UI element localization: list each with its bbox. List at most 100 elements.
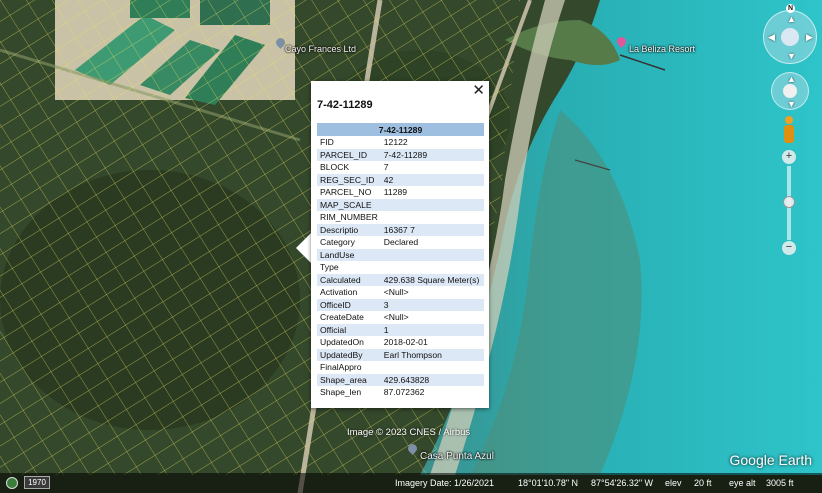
table-row: Category Declared xyxy=(317,236,484,249)
history-year-button[interactable]: 1970 xyxy=(24,476,50,489)
attribute-value: Declared xyxy=(383,237,419,248)
look-down-arrow-icon[interactable]: ▼ xyxy=(787,51,796,61)
attribute-value: 7 xyxy=(383,162,389,173)
table-row: Shape_area 429.643828 xyxy=(317,373,484,386)
table-row: CreateDate <Null> xyxy=(317,311,484,324)
map-label-resort[interactable]: La Beliza Resort xyxy=(629,44,695,54)
attribute-value: 2018-02-01 xyxy=(383,337,428,348)
close-icon[interactable]: ✕ xyxy=(472,83,485,99)
attribute-table: 7-42-11289 FID 12122 PARCEL_ID 7-42-11289 BL… xyxy=(317,123,484,399)
table-row: RIM_NUMBER xyxy=(317,211,484,224)
balloon-title: 7-42-11289 xyxy=(317,99,373,111)
imagery-credit: Image © 2023 CNES / Airbus xyxy=(347,427,471,438)
attribute-value xyxy=(381,361,484,374)
attribute-value xyxy=(381,261,484,274)
attribute-value xyxy=(380,198,484,211)
longitude: 87°54'26.32" W xyxy=(591,478,654,488)
attribute-value xyxy=(380,248,484,261)
attribute-value xyxy=(381,211,484,224)
historical-imagery-icon[interactable] xyxy=(6,477,18,489)
table-row: FID 12122 xyxy=(317,136,484,149)
attribute-value: 12122 xyxy=(383,137,408,148)
google-earth-logo: Google Earth xyxy=(729,452,813,468)
attribute-value: 16367 7 xyxy=(380,223,484,236)
table-row: Shape_len 87.072362 xyxy=(317,386,484,399)
attribute-value: 87.072362 xyxy=(383,387,425,398)
latitude: 18°01'10.78" N xyxy=(518,478,579,488)
table-row: Activation <Null> xyxy=(317,286,484,299)
table-row: OfficeID 3 xyxy=(317,298,484,311)
attribute-key: RIM_NUMBER xyxy=(320,212,378,223)
zoom-in-button[interactable]: + xyxy=(782,150,796,164)
attribute-key: PARCEL_NO xyxy=(320,187,372,198)
attribute-value: 3 xyxy=(380,298,484,311)
look-left-arrow-icon[interactable]: ◀ xyxy=(768,32,775,43)
attribute-key: CreateDate xyxy=(320,312,364,323)
table-row: Type xyxy=(317,261,484,274)
attribute-key: Activation xyxy=(320,287,358,298)
eye-altitude: 3005 ft xyxy=(766,478,794,488)
hand-icon[interactable] xyxy=(783,84,797,98)
look-up-arrow-icon[interactable]: ▲ xyxy=(787,14,796,24)
table-row: LandUse xyxy=(317,248,484,261)
elevation-label: elev xyxy=(665,478,682,488)
map-label-casa[interactable]: Casa Punta Azul xyxy=(420,451,494,462)
attribute-value: 1 xyxy=(380,323,484,336)
attribute-key: FinalAppro xyxy=(320,362,362,373)
table-row: UpdatedOn 2018-02-01 xyxy=(317,336,484,349)
attribute-key: Official xyxy=(317,323,381,336)
attribute-key: Descriptio xyxy=(317,223,381,236)
balloon-pointer xyxy=(296,232,312,264)
info-balloon: 7-42-11289 ✕ 7-42-11289 FID 12122 PARCEL_I… xyxy=(311,81,489,408)
look-right-arrow-icon[interactable]: ▶ xyxy=(806,32,813,43)
attribute-key: Shape_len xyxy=(320,387,362,398)
zoom-thumb[interactable] xyxy=(783,196,795,208)
table-header: 7-42-11289 xyxy=(317,123,484,136)
table-row: Calculated 429.638 Square Meter(s) xyxy=(317,273,484,286)
attribute-value: 429.643828 xyxy=(380,373,484,386)
attribute-key: MAP_SCALE xyxy=(317,198,381,211)
attribute-key: Shape_area xyxy=(317,373,381,386)
table-row: REG_SEC_ID 42 xyxy=(317,173,484,186)
move-down-arrow-icon[interactable]: ▼ xyxy=(787,99,796,109)
attribute-value: 11289 xyxy=(383,187,408,198)
attribute-key: BLOCK xyxy=(320,162,350,173)
attribute-key: LandUse xyxy=(317,248,381,261)
imagery-date: Imagery Date: 1/26/2021 xyxy=(395,478,495,488)
attribute-key: UpdatedOn xyxy=(320,337,364,348)
table-row: PARCEL_NO 11289 xyxy=(317,186,484,199)
eye-alt-label: eye alt xyxy=(729,478,756,488)
zoom-out-button[interactable]: − xyxy=(782,241,796,255)
table-row: MAP_SCALE xyxy=(317,198,484,211)
move-up-arrow-icon[interactable]: ▲ xyxy=(787,74,796,84)
eye-icon[interactable] xyxy=(781,28,799,46)
attribute-value: <Null> xyxy=(383,287,409,298)
move-control[interactable]: ▲ ▼ xyxy=(771,72,809,110)
status-bar: 1970 Imagery Date: 1/26/2021 18°01'10.78… xyxy=(0,473,822,493)
zoom-slider[interactable]: + − xyxy=(782,150,796,256)
look-control[interactable]: ▲ ▼ ◀ ▶ xyxy=(763,10,817,64)
attribute-value: 429.638 Square Meter(s) xyxy=(380,273,484,286)
attribute-key: FID xyxy=(320,137,334,148)
attribute-key: Type xyxy=(320,262,339,273)
attribute-key: REG_SEC_ID xyxy=(317,173,381,186)
table-row: PARCEL_ID 7-42-11289 xyxy=(317,148,484,161)
attribute-value: 42 xyxy=(380,173,484,186)
north-indicator[interactable]: N xyxy=(786,4,795,13)
attribute-value: <Null> xyxy=(383,312,409,323)
attribute-value: 7-42-11289 xyxy=(380,148,484,161)
street-view-pegman-icon[interactable] xyxy=(783,116,795,144)
table-row: BLOCK 7 xyxy=(317,161,484,174)
elevation: 20 ft xyxy=(694,478,712,488)
attribute-key: Calculated xyxy=(317,273,381,286)
map-label-cayo[interactable]: Cayo Frances Ltd xyxy=(285,44,356,54)
attribute-key: Category xyxy=(320,237,355,248)
table-row: UpdatedBy Earl Thompson xyxy=(317,348,484,361)
attribute-key: PARCEL_ID xyxy=(317,148,381,161)
attribute-key: OfficeID xyxy=(317,298,381,311)
table-row: Official 1 xyxy=(317,323,484,336)
table-row: FinalAppro xyxy=(317,361,484,374)
attribute-value: Earl Thompson xyxy=(380,348,484,361)
table-row: Descriptio 16367 7 xyxy=(317,223,484,236)
attribute-key: UpdatedBy xyxy=(317,348,381,361)
